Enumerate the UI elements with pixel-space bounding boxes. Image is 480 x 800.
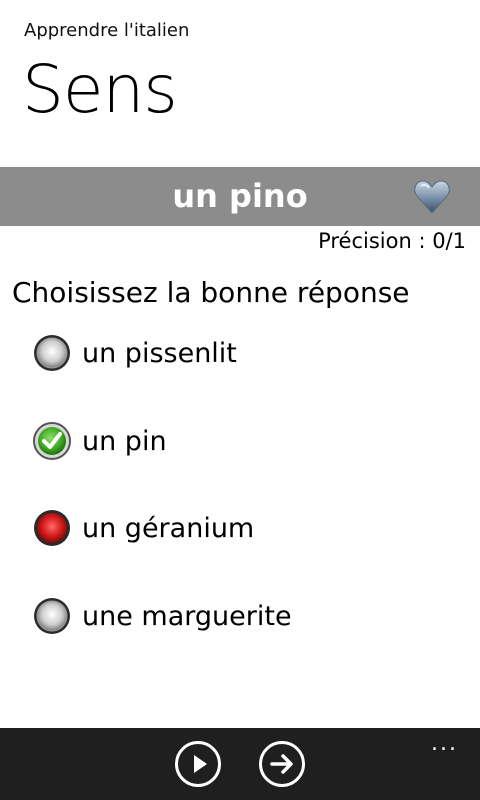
answer-option-2[interactable]: un pin	[32, 419, 452, 463]
answer-option-label: un géranium	[82, 512, 255, 544]
gray-radio-icon	[32, 333, 72, 373]
answer-option-4[interactable]: une marguerite	[32, 594, 452, 638]
app-bar: ...	[0, 728, 480, 800]
more-options-button[interactable]: ...	[431, 733, 458, 755]
precision-score: Précision : 0/1	[318, 229, 466, 253]
quiz-prompt: Choisissez la bonne réponse	[12, 276, 410, 309]
play-icon	[194, 755, 207, 773]
page-title: Sens	[22, 51, 178, 128]
green-check-icon	[32, 421, 72, 461]
red-radio-icon	[32, 508, 72, 548]
heart-icon[interactable]	[412, 177, 452, 217]
answer-option-3[interactable]: un géranium	[32, 506, 452, 550]
answer-option-1[interactable]: un pissenlit	[32, 331, 452, 375]
next-arrow-icon	[270, 754, 293, 774]
answer-option-label: une marguerite	[82, 600, 292, 632]
play-button[interactable]	[175, 741, 221, 787]
next-button[interactable]	[259, 741, 305, 787]
answer-option-label: un pissenlit	[82, 337, 237, 369]
gray-radio-icon	[32, 596, 72, 636]
page: Apprendre l'italien Sens un pino Précisi…	[0, 0, 480, 800]
word-band: un pino	[0, 167, 480, 226]
app-title: Apprendre l'italien	[24, 20, 190, 41]
quiz-word: un pino	[172, 177, 308, 215]
answer-option-label: un pin	[82, 425, 167, 457]
